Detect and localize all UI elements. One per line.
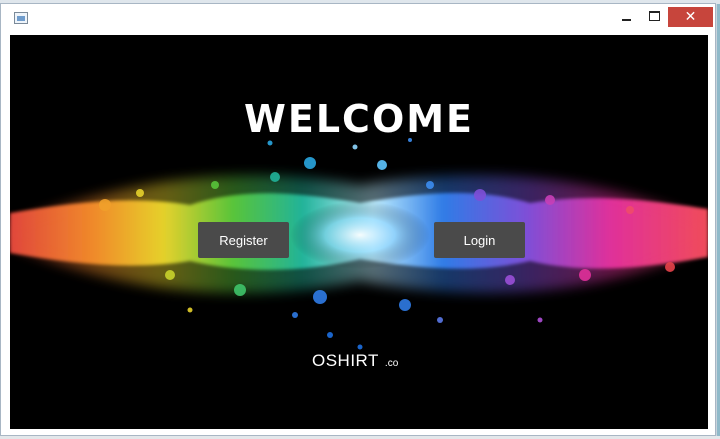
close-icon: ✕: [684, 9, 697, 25]
maximize-icon: [648, 11, 660, 21]
minimize-icon: [621, 19, 631, 21]
brand-name: OSHIRT: [312, 351, 379, 370]
login-button[interactable]: Login: [434, 222, 525, 258]
brand-suffix: .co: [384, 358, 399, 369]
brand-logo: OSHIRT .co: [312, 351, 398, 371]
register-button[interactable]: Register: [198, 222, 289, 258]
minimize-button[interactable]: [612, 5, 640, 27]
title-bar[interactable]: ✕: [1, 4, 715, 34]
maximize-button[interactable]: [641, 5, 667, 27]
app-window: ✕ WELCOME Register Login OSHIRT .co: [0, 3, 716, 436]
app-icon[interactable]: [14, 12, 28, 24]
close-button[interactable]: ✕: [668, 7, 713, 27]
welcome-title: WELCOME: [243, 97, 475, 141]
splash-screen: WELCOME Register Login OSHIRT .co: [10, 35, 708, 429]
